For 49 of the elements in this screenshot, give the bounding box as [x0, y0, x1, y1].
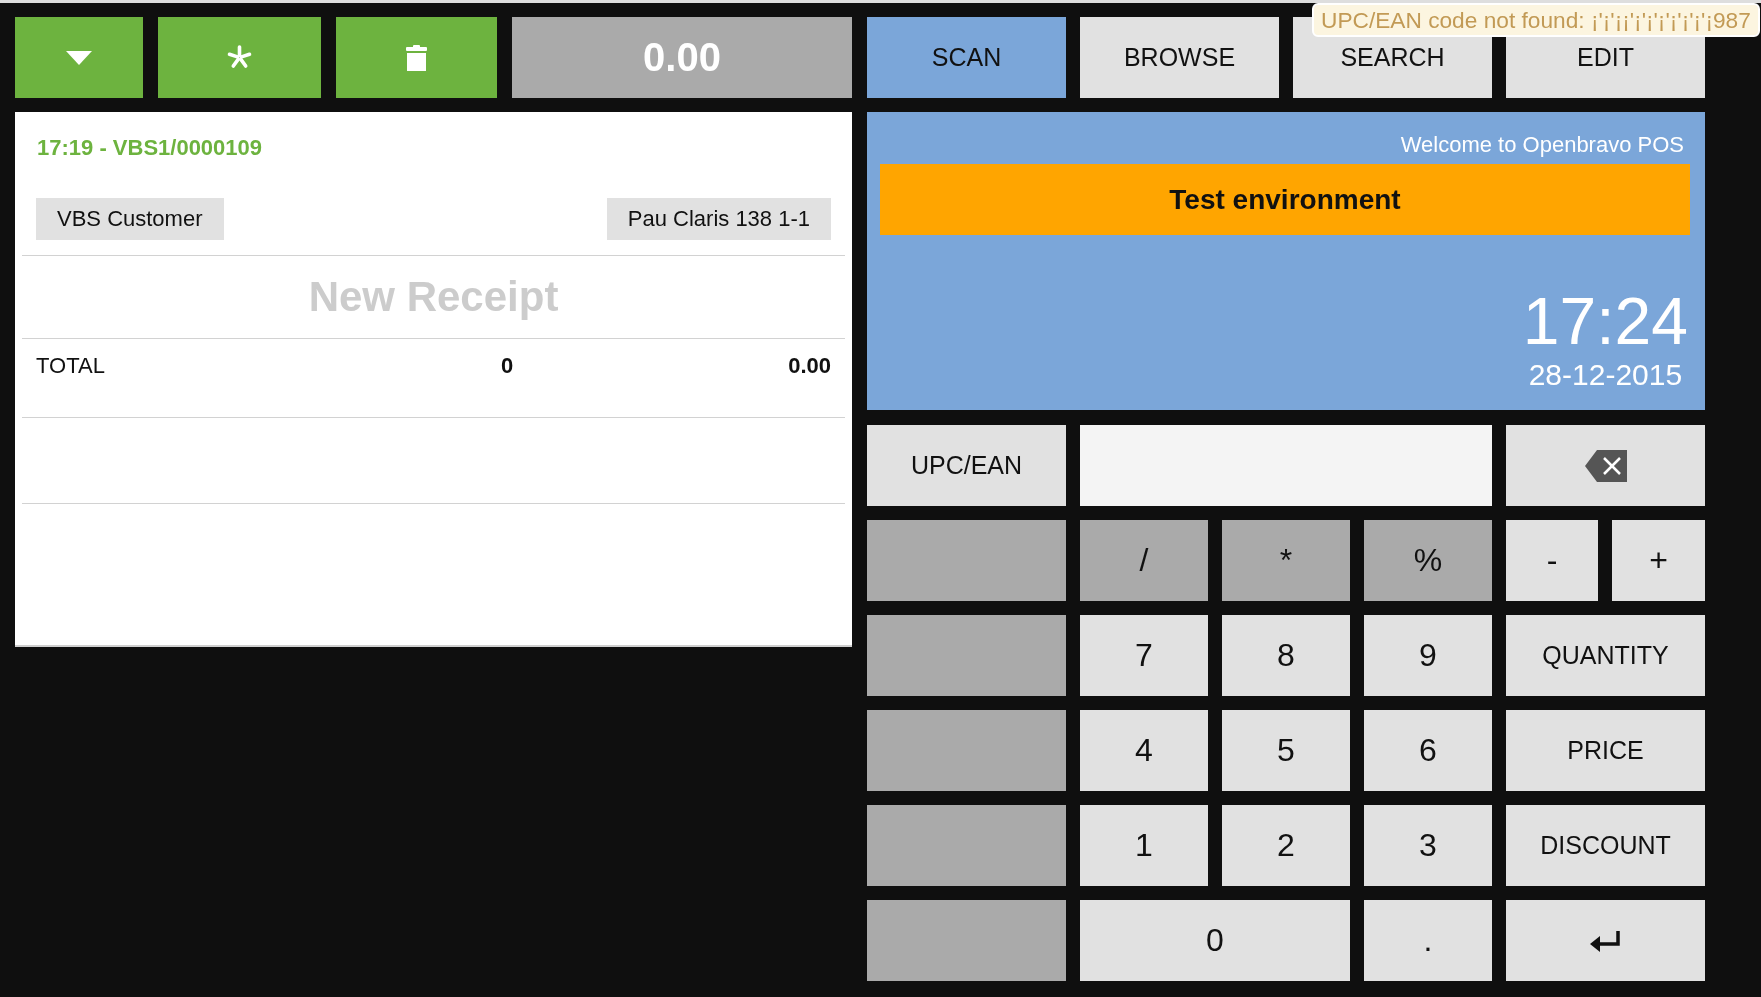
keypad-key[interactable]: DISCOUNT [1506, 805, 1705, 886]
keypad-key[interactable]: + [1612, 520, 1705, 601]
tab[interactable]: BROWSE [1080, 17, 1279, 98]
keypad-key[interactable]: QUANTITY [1506, 615, 1705, 696]
enter-button[interactable] [1506, 900, 1705, 981]
blank-key[interactable] [867, 520, 1066, 601]
blank-key[interactable] [867, 615, 1066, 696]
keypad-key[interactable]: 2 [1222, 805, 1350, 886]
asterisk-icon [227, 45, 252, 70]
keypad-key[interactable]: 1 [1080, 805, 1208, 886]
blank-key[interactable] [867, 710, 1066, 791]
customer-button[interactable]: VBS Customer [36, 198, 224, 240]
enter-icon [1589, 929, 1622, 952]
receipt-header: 17:19 - VBS1/0000109 [37, 136, 263, 160]
keypad-key[interactable]: 7 [1080, 615, 1208, 696]
welcome-message: Welcome to Openbravo POS [1400, 132, 1684, 158]
address-button[interactable]: Pau Claris 138 1-1 [606, 198, 831, 240]
clock-time: 17:24 [1522, 288, 1688, 354]
keypad-key[interactable]: 8 [1222, 615, 1350, 696]
clock-date: 28-12-2015 [1528, 360, 1683, 390]
keypad-key[interactable]: . [1364, 900, 1492, 981]
backspace-button[interactable] [1506, 425, 1705, 506]
keypad-key[interactable]: 0 [1080, 900, 1350, 981]
tooltip: UPC/EAN code not found: ¡'¡'¡¡'¡'¡'¡'¡'¡'¡'¡987 [1312, 3, 1760, 37]
blank-key[interactable] [867, 900, 1066, 981]
keypad-key[interactable]: 9 [1364, 615, 1492, 696]
total-amount: 0.00 [788, 353, 831, 379]
keypad-key[interactable]: 5 [1222, 710, 1350, 791]
keypad-key[interactable]: PRICE [1506, 710, 1705, 791]
barcode-input-field[interactable] [1080, 425, 1492, 506]
caret-down-icon [66, 50, 92, 65]
environment-banner: Test environment [880, 164, 1690, 235]
keypad-key[interactable]: 6 [1364, 710, 1492, 791]
keypad-key[interactable]: / [1080, 520, 1208, 601]
total-label: TOTAL [36, 353, 105, 379]
new-button[interactable] [158, 17, 321, 98]
keypad-key[interactable]: * [1222, 520, 1350, 601]
upc-ean-button[interactable]: UPC/EAN [867, 425, 1066, 506]
keypad-key[interactable]: - [1506, 520, 1598, 601]
keypad-key[interactable]: 4 [1080, 710, 1208, 791]
tab[interactable]: SCAN [867, 17, 1066, 98]
trash-icon [406, 44, 427, 71]
total-quantity: 0 [500, 353, 514, 379]
blank-key[interactable] [867, 805, 1066, 886]
keypad-key[interactable]: % [1364, 520, 1492, 601]
dropdown-button[interactable] [15, 17, 143, 98]
delete-button[interactable] [336, 17, 497, 98]
keypad-key[interactable]: 3 [1364, 805, 1492, 886]
backspace-icon [1583, 448, 1628, 483]
